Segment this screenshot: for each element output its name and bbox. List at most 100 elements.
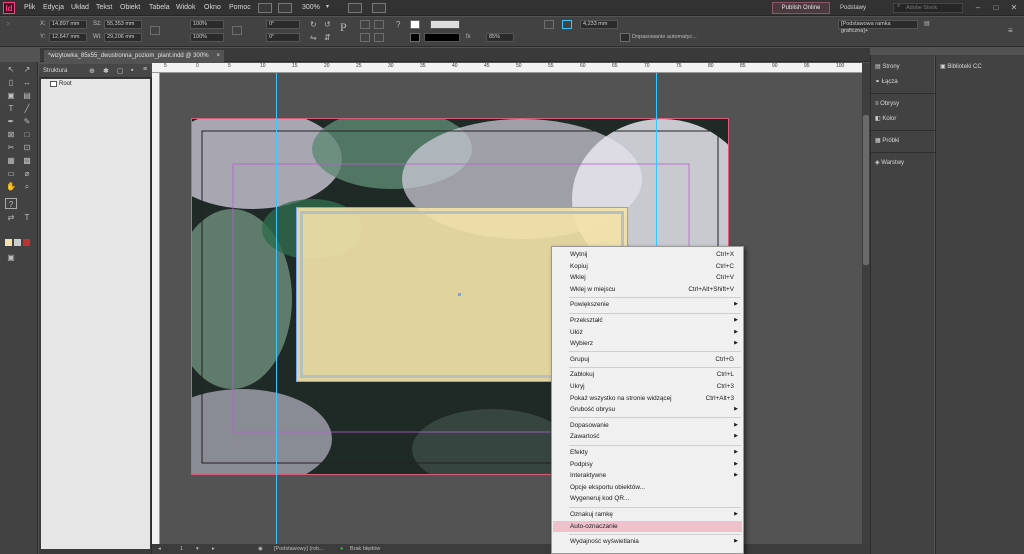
close-tab-icon[interactable]: × <box>216 50 220 62</box>
bridge-icon[interactable] <box>258 3 272 13</box>
type-tool-icon[interactable]: T <box>5 103 17 114</box>
context-menu-item[interactable]: Wygeneruj kod QR... <box>553 493 742 505</box>
opacity-field[interactable]: 85% <box>486 33 514 42</box>
link-scale-icon[interactable] <box>232 26 242 35</box>
first-page-icon[interactable]: ◂ <box>158 544 161 554</box>
context-menu-item[interactable]: Wklej Ctrl+V <box>553 272 742 284</box>
pasteboard[interactable] <box>160 73 862 544</box>
effects-icon[interactable]: fx <box>466 33 471 42</box>
context-menu-item[interactable]: Grupuj Ctrl+G <box>553 354 742 366</box>
pen-tool-icon[interactable]: ✒ <box>5 116 17 127</box>
context-menu-item[interactable]: Interaktywne ▶ <box>553 470 742 482</box>
note-tool-icon[interactable]: ▭ <box>5 168 17 179</box>
content-placer-icon[interactable]: ▤ <box>21 90 33 101</box>
context-menu-item[interactable]: Wybierz ▶ <box>553 338 742 350</box>
reference-point-icon[interactable]: ⁙ <box>6 21 11 30</box>
rotate-ccw-icon[interactable]: ↺ <box>324 20 331 29</box>
swap-fill-stroke-icon[interactable]: ⇄ <box>5 212 17 223</box>
select-next-icon[interactable] <box>374 33 384 42</box>
selection-tool-icon[interactable]: ↖ <box>5 64 17 75</box>
context-menu-item[interactable]: Dopasowanie ▶ <box>553 420 742 432</box>
select-previous-icon[interactable] <box>360 33 370 42</box>
document-tab[interactable]: *wizytowka_85x55_dwustronna_poziom_plant… <box>44 50 224 62</box>
object-style-dropdown[interactable]: [Podstawowa ramka graficzna]+ <box>838 20 918 34</box>
page-dropdown-icon[interactable]: ▾ <box>196 544 199 554</box>
pencil-tool-icon[interactable]: ✎ <box>21 116 33 127</box>
fill-color-icon[interactable] <box>5 239 12 246</box>
ruler-guide[interactable] <box>276 73 277 544</box>
context-menu-item[interactable]: Zablokuj Ctrl+L <box>553 369 742 381</box>
menu-okno[interactable]: Okno <box>204 0 221 16</box>
search-input[interactable]: Adobe Stock <box>893 3 963 13</box>
scroll-thumb[interactable] <box>863 115 869 265</box>
eyedropper-tool-icon[interactable]: ⌀ <box>21 168 33 179</box>
context-menu-item[interactable]: Powiększenie ▶ <box>553 299 742 311</box>
stroke-color-icon[interactable] <box>14 239 21 246</box>
width-field[interactable]: 55,353 mm <box>104 20 142 29</box>
view-options-icon[interactable] <box>278 3 292 13</box>
help-tool-icon[interactable]: ? <box>5 198 17 209</box>
auto-fit-checkbox[interactable] <box>620 33 630 42</box>
root-element-icon[interactable] <box>50 81 57 87</box>
panel-links[interactable]: ⚭ Łącza <box>875 76 933 88</box>
flip-horizontal-icon[interactable]: ⇋ <box>310 33 317 42</box>
frame-center-point[interactable] <box>458 293 461 296</box>
direct-selection-tool-icon[interactable]: ↗ <box>21 64 33 75</box>
context-menu-item[interactable]: Przekształć ▶ <box>553 315 742 327</box>
line-tool-icon[interactable]: ╱ <box>21 103 33 114</box>
page-number[interactable]: 1 <box>180 544 183 554</box>
panel-layers[interactable]: ◈ Warstwy <box>875 157 933 169</box>
minimize-icon[interactable]: – <box>970 1 986 14</box>
context-menu-item[interactable]: Zawartość ▶ <box>553 431 742 443</box>
fill-swatch-icon[interactable] <box>410 20 420 29</box>
flip-vertical-icon[interactable]: ⇵ <box>324 33 331 42</box>
context-menu-item[interactable]: Ukryj Ctrl+3 <box>553 381 742 393</box>
stroke-weight-field[interactable]: 4,233 mm <box>580 20 618 29</box>
context-menu-item[interactable]: Auto-oznaczanie <box>553 520 742 533</box>
context-menu-item[interactable]: Oznakuj ramkę ▶ <box>553 509 742 521</box>
comment-icon[interactable]: ▢ <box>117 67 124 75</box>
screen-mode-tool-icon[interactable]: ▣ <box>5 252 17 263</box>
stroke-swatch-icon[interactable] <box>410 33 420 42</box>
constrain-proportions-icon[interactable] <box>150 26 160 35</box>
rotation-field[interactable]: 0° <box>266 20 300 29</box>
root-element[interactable]: Root <box>59 81 72 87</box>
menu-edycja[interactable]: Edycja <box>43 0 64 16</box>
workspace-switcher[interactable]: Podstawy <box>840 2 890 14</box>
gap-tool-icon[interactable]: ↔ <box>21 77 33 88</box>
stroke-type-dropdown[interactable] <box>424 33 460 42</box>
context-menu-item[interactable]: Pokaż wszystko na stronie widzącej Ctrl+A… <box>553 393 742 405</box>
panel-menu-icon[interactable]: ≡ <box>143 66 147 73</box>
menu-tekst[interactable]: Tekst <box>96 0 112 16</box>
preflight-status[interactable]: Brak błędów <box>350 544 380 554</box>
rectangle-frame-tool-icon[interactable]: ⊠ <box>5 129 17 140</box>
panel-color[interactable]: ◧ Kolor <box>875 113 933 125</box>
stroke-weight-dropdown[interactable] <box>430 20 460 29</box>
content-collector-icon[interactable]: ▣ <box>5 90 17 101</box>
screen-mode-icon[interactable] <box>348 3 362 13</box>
page-tool-icon[interactable]: ▯ <box>5 77 17 88</box>
panel-stroke[interactable]: ≡ Obrysy <box>875 98 933 110</box>
globe-icon[interactable]: ◉ <box>258 544 263 554</box>
scale-x-field[interactable]: 100% <box>190 20 224 29</box>
scale-y-field[interactable]: 100% <box>190 33 224 42</box>
chevron-down-icon[interactable]: ▾ <box>326 3 329 10</box>
zoom-tool-icon[interactable]: ⌕ <box>21 181 33 192</box>
object-style-icon[interactable]: ▤ <box>924 20 930 29</box>
delete-icon[interactable]: ▪ <box>131 67 133 74</box>
scissors-tool-icon[interactable]: ✂ <box>5 142 17 153</box>
menu-pomoc[interactable]: Pomoc <box>229 0 251 16</box>
panel-pages[interactable]: ▤ Strony <box>875 61 933 73</box>
horizontal-ruler[interactable]: 5 0 5 10 15 20 25 30 35 40 45 50 55 60 65 70 75 80 85 90 95 1… <box>152 63 876 73</box>
next-page-icon[interactable]: ▸ <box>212 544 215 554</box>
panel-swatches[interactable]: ▦ Próbki <box>875 135 933 147</box>
zoom-level[interactable]: 300% <box>302 3 320 13</box>
corner-options-icon[interactable] <box>544 20 554 29</box>
select-container-icon[interactable] <box>360 20 370 29</box>
y-field[interactable]: 12,647 mm <box>49 33 87 42</box>
publish-online-button[interactable]: Publish Online <box>772 2 830 14</box>
vertical-scrollbar[interactable] <box>862 63 870 544</box>
tag-icon[interactable]: ⊕ <box>89 67 95 75</box>
context-menu-item[interactable]: Wydajność wyświetlania ▶ <box>553 536 742 548</box>
arrange-docs-icon[interactable] <box>372 3 386 13</box>
